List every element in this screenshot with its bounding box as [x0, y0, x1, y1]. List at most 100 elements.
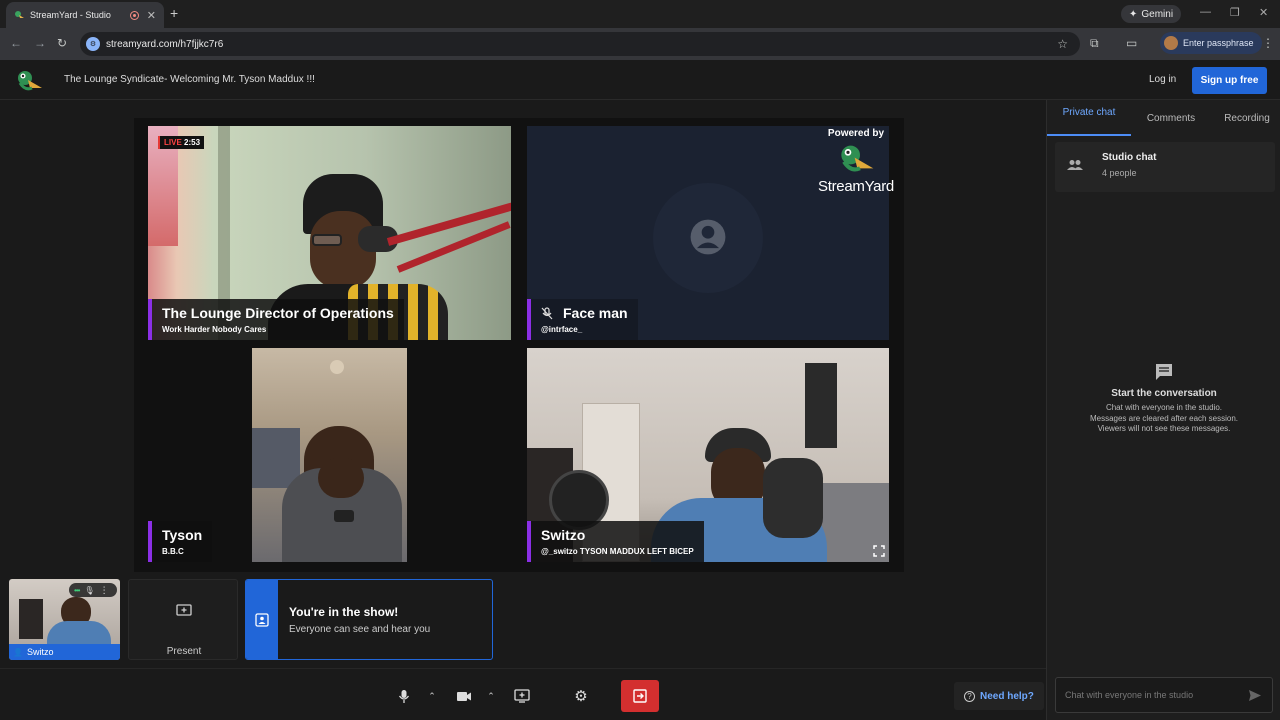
muted-mic-icon [541, 306, 553, 319]
active-tab-indicator [1047, 134, 1131, 136]
site-info-icon[interactable]: ⚙ [86, 37, 100, 51]
participant-tile-tyson[interactable]: Tyson B.B.C [148, 348, 511, 562]
leave-icon [633, 689, 647, 703]
self-name-bar: 👤 Switzo [9, 644, 120, 660]
preview-controls: ••• 🎙 ⋮ [69, 583, 117, 597]
send-icon[interactable] [1248, 689, 1262, 702]
live-badge: LIVE 2:53 [158, 136, 205, 149]
studio-controls-bar: ⌃ ⌃ ⚙ ? Need help? [0, 668, 1046, 720]
empty-chat-line: Viewers will not see these messages. [1097, 424, 1231, 433]
notice-body: Everyone can see and hear you [289, 624, 431, 635]
participant-headline: Work Harder Nobody Cares [162, 325, 267, 334]
streamyard-favicon-icon [15, 11, 24, 18]
new-tab-button[interactable]: + [170, 5, 178, 21]
live-time: 2:53 [184, 138, 201, 147]
address-bar[interactable]: ⚙ streamyard.com/h7fjjkc7r6 ☆ [80, 32, 1080, 56]
brand-wordmark: StreamYard [818, 178, 894, 195]
studio-chat-count: 4 people [1102, 168, 1137, 178]
tab-private-chat[interactable]: Private chat [1057, 106, 1121, 119]
mic-options-chevron-up-icon[interactable]: ⌃ [422, 680, 442, 712]
browser-tab[interactable]: StreamYard - Studio ✕ [6, 2, 164, 28]
reload-icon[interactable]: ↻ [57, 36, 67, 50]
camera-button[interactable] [446, 680, 482, 712]
tab-recording[interactable]: Recording [1219, 113, 1275, 124]
profile-avatar [1164, 36, 1178, 50]
streamyard-logo-icon [18, 71, 42, 91]
gemini-label: Gemini [1141, 8, 1174, 20]
wall-poster [805, 363, 837, 448]
more-options-icon[interactable]: ⋮ [100, 585, 109, 596]
empty-chat-line: Chat with everyone in the studio. [1105, 403, 1223, 412]
participant-headline: @_switzo TYSON MADDUX LEFT BICEP [541, 547, 694, 556]
gemini-button[interactable]: ✦ Gemini [1121, 5, 1182, 23]
sparkle-icon: ✦ [1129, 8, 1138, 20]
url-text: streamyard.com/h7fjjkc7r6 [106, 38, 224, 50]
restore-icon[interactable]: ❐ [1230, 6, 1240, 19]
self-preview-tile[interactable]: ••• 🎙 ⋮ 👤 Switzo [9, 579, 120, 660]
chat-sidebar: Private chat Comments Recording Studio c… [1046, 100, 1280, 720]
person-placeholder-icon [690, 219, 726, 255]
microphone-button[interactable] [386, 680, 422, 712]
share-screen-icon [514, 689, 530, 703]
chat-input-container [1055, 677, 1273, 713]
media-cast-icon[interactable]: ▭ [1126, 36, 1137, 50]
people-icon [1067, 160, 1083, 170]
close-tab-icon[interactable]: ✕ [147, 9, 156, 22]
name-bar: Face man @intrface_ [527, 299, 638, 340]
profile-label: Enter passphrase [1183, 38, 1254, 48]
chat-bubble-icon [1156, 364, 1172, 380]
signup-button[interactable]: Sign up free [1192, 67, 1267, 94]
forward-arrow-icon[interactable]: → [34, 36, 46, 50]
need-help-label: Need help? [980, 690, 1034, 702]
notice-title: You're in the show! [289, 605, 399, 619]
studio-chat-header[interactable]: Studio chat 4 people [1055, 142, 1275, 192]
glasses-shape [312, 234, 342, 246]
chat-input[interactable] [1065, 687, 1235, 703]
extensions-icon[interactable]: ⧉ [1090, 36, 1099, 51]
empty-chat-line: Messages are cleared after each session. [1089, 413, 1239, 423]
empty-chat-title: Start the conversation [1111, 388, 1217, 399]
name-bar: The Lounge Director of Operations Work H… [148, 299, 404, 340]
participant-tile-director[interactable]: LIVE 2:53 The Lounge Director of Operati… [148, 126, 511, 340]
name-bar: Tyson B.B.C [148, 521, 213, 562]
back-arrow-icon[interactable]: ← [10, 36, 22, 50]
help-icon: ? [964, 690, 975, 702]
mic-boom-arm-lower [396, 221, 511, 273]
studio-chat-title: Studio chat [1102, 152, 1157, 163]
tab-comments[interactable]: Comments [1143, 113, 1199, 124]
settings-button[interactable]: ⚙ [562, 680, 600, 712]
need-help-button[interactable]: ? Need help? [954, 682, 1044, 710]
participant-name: The Lounge Director of Operations [162, 305, 394, 321]
stage-canvas: LIVE 2:53 The Lounge Director of Operati… [134, 118, 904, 572]
hands-shape [318, 458, 364, 498]
powered-by-branding: Powered by StreamYard [808, 128, 904, 195]
streamyard-duck-icon [841, 145, 874, 172]
audio-level-icon: ••• [74, 585, 80, 595]
login-link[interactable]: Log in [1149, 74, 1176, 85]
browser-menu-icon[interactable]: ⋮ [1262, 36, 1274, 50]
gear-icon: ⚙ [574, 688, 588, 705]
participant-name: Face man [563, 305, 628, 321]
tab-title: StreamYard - Studio [30, 10, 111, 20]
present-button[interactable]: Present [128, 579, 238, 660]
mic-icon[interactable]: 🎙 [84, 586, 94, 595]
camera-options-chevron-up-icon[interactable]: ⌃ [481, 680, 501, 712]
fullscreen-icon[interactable] [873, 545, 885, 557]
person-icon: 👤 [13, 647, 23, 657]
leave-studio-button[interactable] [621, 680, 659, 712]
participant-tile-switzo[interactable]: Switzo @_switzo TYSON MADDUX LEFT BICEP [527, 348, 889, 562]
name-bar: Switzo @_switzo TYSON MADDUX LEFT BICEP [527, 521, 704, 562]
in-show-notice: You're in the show! Everyone can see and… [245, 579, 493, 660]
mic-boom-arm [386, 202, 511, 246]
bookmark-star-icon[interactable]: ☆ [1057, 37, 1068, 51]
live-label: LIVE [164, 138, 182, 147]
present-label: Present [166, 646, 202, 657]
microphone-icon [398, 689, 410, 703]
share-screen-button[interactable] [504, 680, 540, 712]
participant-headline: @intrface_ [541, 325, 583, 334]
participant-name: Tyson [162, 527, 203, 543]
minimize-icon[interactable]: — [1200, 6, 1211, 18]
profile-button[interactable]: Enter passphrase [1160, 32, 1262, 54]
tyson-video [252, 348, 407, 562]
close-window-icon[interactable]: ✕ [1259, 6, 1268, 19]
